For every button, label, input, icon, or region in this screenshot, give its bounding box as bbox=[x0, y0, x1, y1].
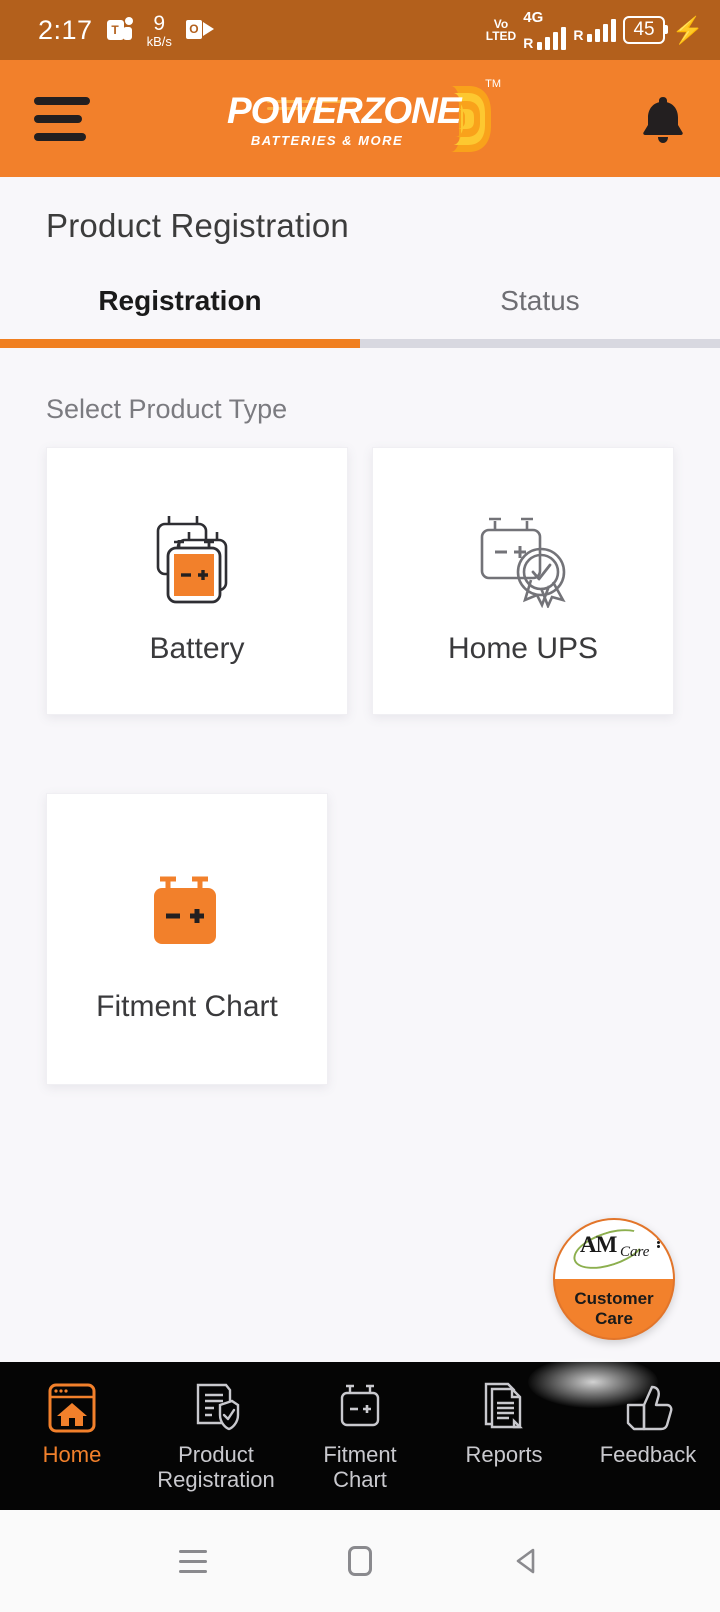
page-content: Product Registration Registration Status… bbox=[0, 177, 720, 1362]
thumbs-up-icon bbox=[622, 1380, 674, 1436]
nav-label-line1: Reports bbox=[465, 1442, 543, 1467]
amcare-logo-am: AM bbox=[580, 1231, 617, 1257]
status-bar-right: Vo LTED 4G R R 45 ⚡ bbox=[486, 10, 704, 50]
battery-icon: 45 bbox=[623, 16, 668, 44]
fab-label-line1: Customer bbox=[574, 1288, 654, 1308]
microsoft-teams-icon: T bbox=[106, 17, 133, 43]
brand-logo: POWERZONE BATTERIES & MORE TM bbox=[90, 78, 630, 160]
trademark-symbol: TM bbox=[485, 77, 501, 90]
product-card-battery[interactable]: Battery bbox=[46, 447, 348, 715]
tab-indicator-track bbox=[0, 339, 720, 348]
outlook-icon: O bbox=[185, 19, 214, 41]
nav-item-reports[interactable]: Reports bbox=[432, 1380, 576, 1467]
document-shield-icon bbox=[190, 1380, 242, 1436]
amcare-dots-icon bbox=[657, 1236, 660, 1249]
nav-label-reports: Reports bbox=[465, 1442, 542, 1467]
tab-bar: Registration Status bbox=[0, 275, 720, 339]
network-speed-value: 9 bbox=[153, 11, 166, 35]
nav-label-product-registration: Product Registration bbox=[157, 1442, 274, 1492]
nav-label-line2: Chart bbox=[333, 1467, 387, 1492]
section-label-product-type: Select Product Type bbox=[46, 394, 288, 424]
product-card-label: Battery bbox=[149, 632, 245, 665]
product-card-label: Fitment Chart bbox=[96, 990, 278, 1023]
product-type-grid-row2: Fitment Chart bbox=[0, 715, 720, 1085]
charging-bolt-icon: ⚡ bbox=[671, 15, 704, 45]
app-root: 2:17 T 9 kB/s O Vo LTED 4G R R 45 ⚡ POWE… bbox=[0, 0, 720, 1612]
nav-label-line1: Feedback bbox=[599, 1442, 697, 1467]
recent-apps-icon[interactable] bbox=[163, 1531, 223, 1591]
tab-status[interactable]: Status bbox=[360, 275, 720, 339]
nav-item-home[interactable]: Home bbox=[0, 1380, 144, 1467]
nav-item-product-registration[interactable]: Product Registration bbox=[144, 1380, 288, 1492]
customer-care-label: Customer Care bbox=[555, 1279, 673, 1338]
product-card-home-ups[interactable]: Home UPS bbox=[372, 447, 674, 715]
home-icon bbox=[46, 1380, 98, 1436]
nav-label-line1: Product bbox=[178, 1442, 254, 1467]
roaming-label-sim1: R bbox=[523, 35, 534, 51]
hamburger-menu-icon[interactable] bbox=[34, 96, 90, 141]
stacked-batteries-icon bbox=[141, 496, 253, 616]
nav-label-home: Home bbox=[43, 1442, 102, 1467]
product-card-fitment-chart[interactable]: Fitment Chart bbox=[46, 793, 328, 1085]
android-system-nav bbox=[0, 1510, 720, 1612]
bell-icon[interactable] bbox=[630, 94, 686, 144]
nav-label-line2: Registration bbox=[157, 1467, 275, 1492]
nav-item-fitment-chart[interactable]: Fitment Chart bbox=[288, 1380, 432, 1492]
battery-certificate-icon bbox=[469, 496, 577, 616]
nav-label-line1: Home bbox=[42, 1442, 102, 1467]
fab-label-line2: Care bbox=[595, 1308, 633, 1328]
logo-wordmark: POWERZONE BATTERIES & MORE bbox=[227, 91, 462, 148]
network-type-label: 4G bbox=[523, 9, 544, 26]
system-status-bar: 2:17 T 9 kB/s O Vo LTED 4G R R 45 ⚡ bbox=[0, 0, 720, 60]
network-speed-unit: kB/s bbox=[146, 33, 172, 49]
amcare-logo: AM Care bbox=[555, 1220, 673, 1279]
network-speed-indicator: 9 kB/s bbox=[147, 13, 172, 48]
status-bar-left: 2:17 T 9 kB/s O bbox=[38, 13, 214, 48]
app-header: POWERZONE BATTERIES & MORE TM bbox=[0, 60, 720, 177]
orange-battery-icon bbox=[142, 854, 232, 974]
tab-registration[interactable]: Registration bbox=[0, 275, 360, 339]
product-type-grid-row1: Battery Home UPS bbox=[0, 425, 720, 715]
android-back-icon[interactable] bbox=[497, 1531, 557, 1591]
roaming-label-sim2: R bbox=[573, 26, 584, 43]
signal-bars-icon-sim1: 4G R bbox=[523, 9, 567, 51]
page-title: Product Registration bbox=[46, 207, 349, 244]
volte-icon: Vo LTED bbox=[486, 18, 516, 42]
status-bar-clock: 2:17 bbox=[38, 14, 93, 45]
volte-line-2: LTED bbox=[485, 29, 517, 43]
battery-outline-icon bbox=[334, 1380, 386, 1436]
tab-active-indicator bbox=[0, 339, 360, 348]
bottom-navigation-bar: Home Product Registration Fitment Chart … bbox=[0, 1356, 720, 1510]
nav-label-line1: Fitment bbox=[323, 1442, 397, 1467]
reports-icon bbox=[478, 1380, 530, 1436]
customer-care-fab[interactable]: AM Care Customer Care bbox=[553, 1218, 675, 1340]
product-card-label: Home UPS bbox=[447, 632, 599, 665]
nav-label-fitment-chart: Fitment Chart bbox=[323, 1442, 396, 1492]
nav-label-feedback: Feedback bbox=[600, 1442, 697, 1467]
amcare-logo-care: Care bbox=[620, 1243, 650, 1260]
nav-item-feedback[interactable]: Feedback bbox=[576, 1380, 720, 1467]
android-home-icon[interactable] bbox=[330, 1531, 390, 1591]
logo-brand-text: POWERZONE bbox=[227, 89, 462, 131]
signal-bars-icon-sim2: R bbox=[573, 18, 617, 43]
logo-tagline: BATTERIES & MORE bbox=[250, 132, 404, 148]
